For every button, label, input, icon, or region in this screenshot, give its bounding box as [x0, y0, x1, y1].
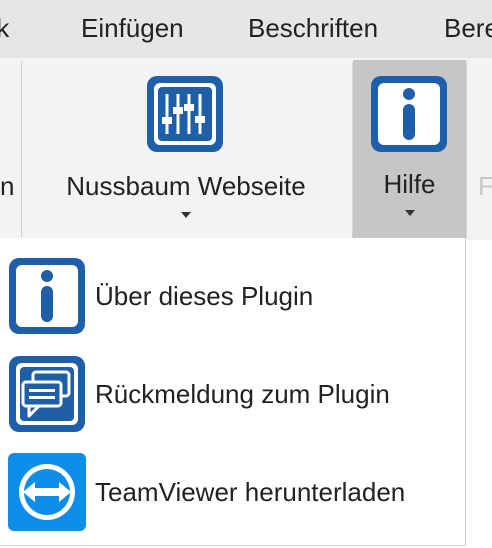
ribbon-separator: [466, 62, 467, 238]
app-window: nik Einfügen Beschriften Bere n Nussbaum…: [0, 0, 492, 548]
menu-item-label: TeamViewer herunterladen: [95, 477, 406, 507]
menu-item-label: Über dieses Plugin: [95, 281, 314, 311]
ribbon-partial-right-label: F: [478, 171, 492, 201]
chevron-down-icon: [181, 212, 191, 218]
chevron-down-icon: [404, 210, 415, 216]
menu-item-label: Rückmeldung zum Plugin: [95, 379, 390, 409]
hilfe-button[interactable]: Hilfe: [353, 60, 466, 238]
hilfe-dropdown-menu: Über dieses Plugin Rückmeldung zum Plugi…: [0, 238, 466, 546]
tab-einfuegen[interactable]: Einfügen: [81, 13, 184, 44]
info-icon: [369, 74, 449, 154]
ribbon-partial-left-label: n: [0, 171, 15, 201]
tab-partial-left[interactable]: nik: [0, 13, 9, 44]
teamviewer-icon: [7, 452, 87, 532]
menu-item-feedback[interactable]: Rückmeldung zum Plugin: [0, 346, 465, 442]
nussbaum-webseite-label: Nussbaum Webseite: [66, 171, 306, 201]
sliders-icon: [145, 74, 225, 154]
tab-beschriften[interactable]: Beschriften: [248, 13, 378, 44]
menu-item-teamviewer[interactable]: TeamViewer herunterladen: [0, 444, 465, 540]
nussbaum-webseite-button[interactable]: Nussbaum Webseite: [40, 62, 332, 238]
tab-partial-right[interactable]: Bere: [444, 13, 492, 44]
info-icon: [7, 256, 87, 336]
ribbon-separator: [21, 62, 22, 238]
chat-bubbles-icon: [7, 354, 87, 434]
hilfe-label: Hilfe: [383, 169, 436, 199]
menu-item-about-plugin[interactable]: Über dieses Plugin: [0, 248, 465, 344]
ribbon-tab-bar: nik Einfügen Beschriften Bere: [0, 0, 492, 58]
